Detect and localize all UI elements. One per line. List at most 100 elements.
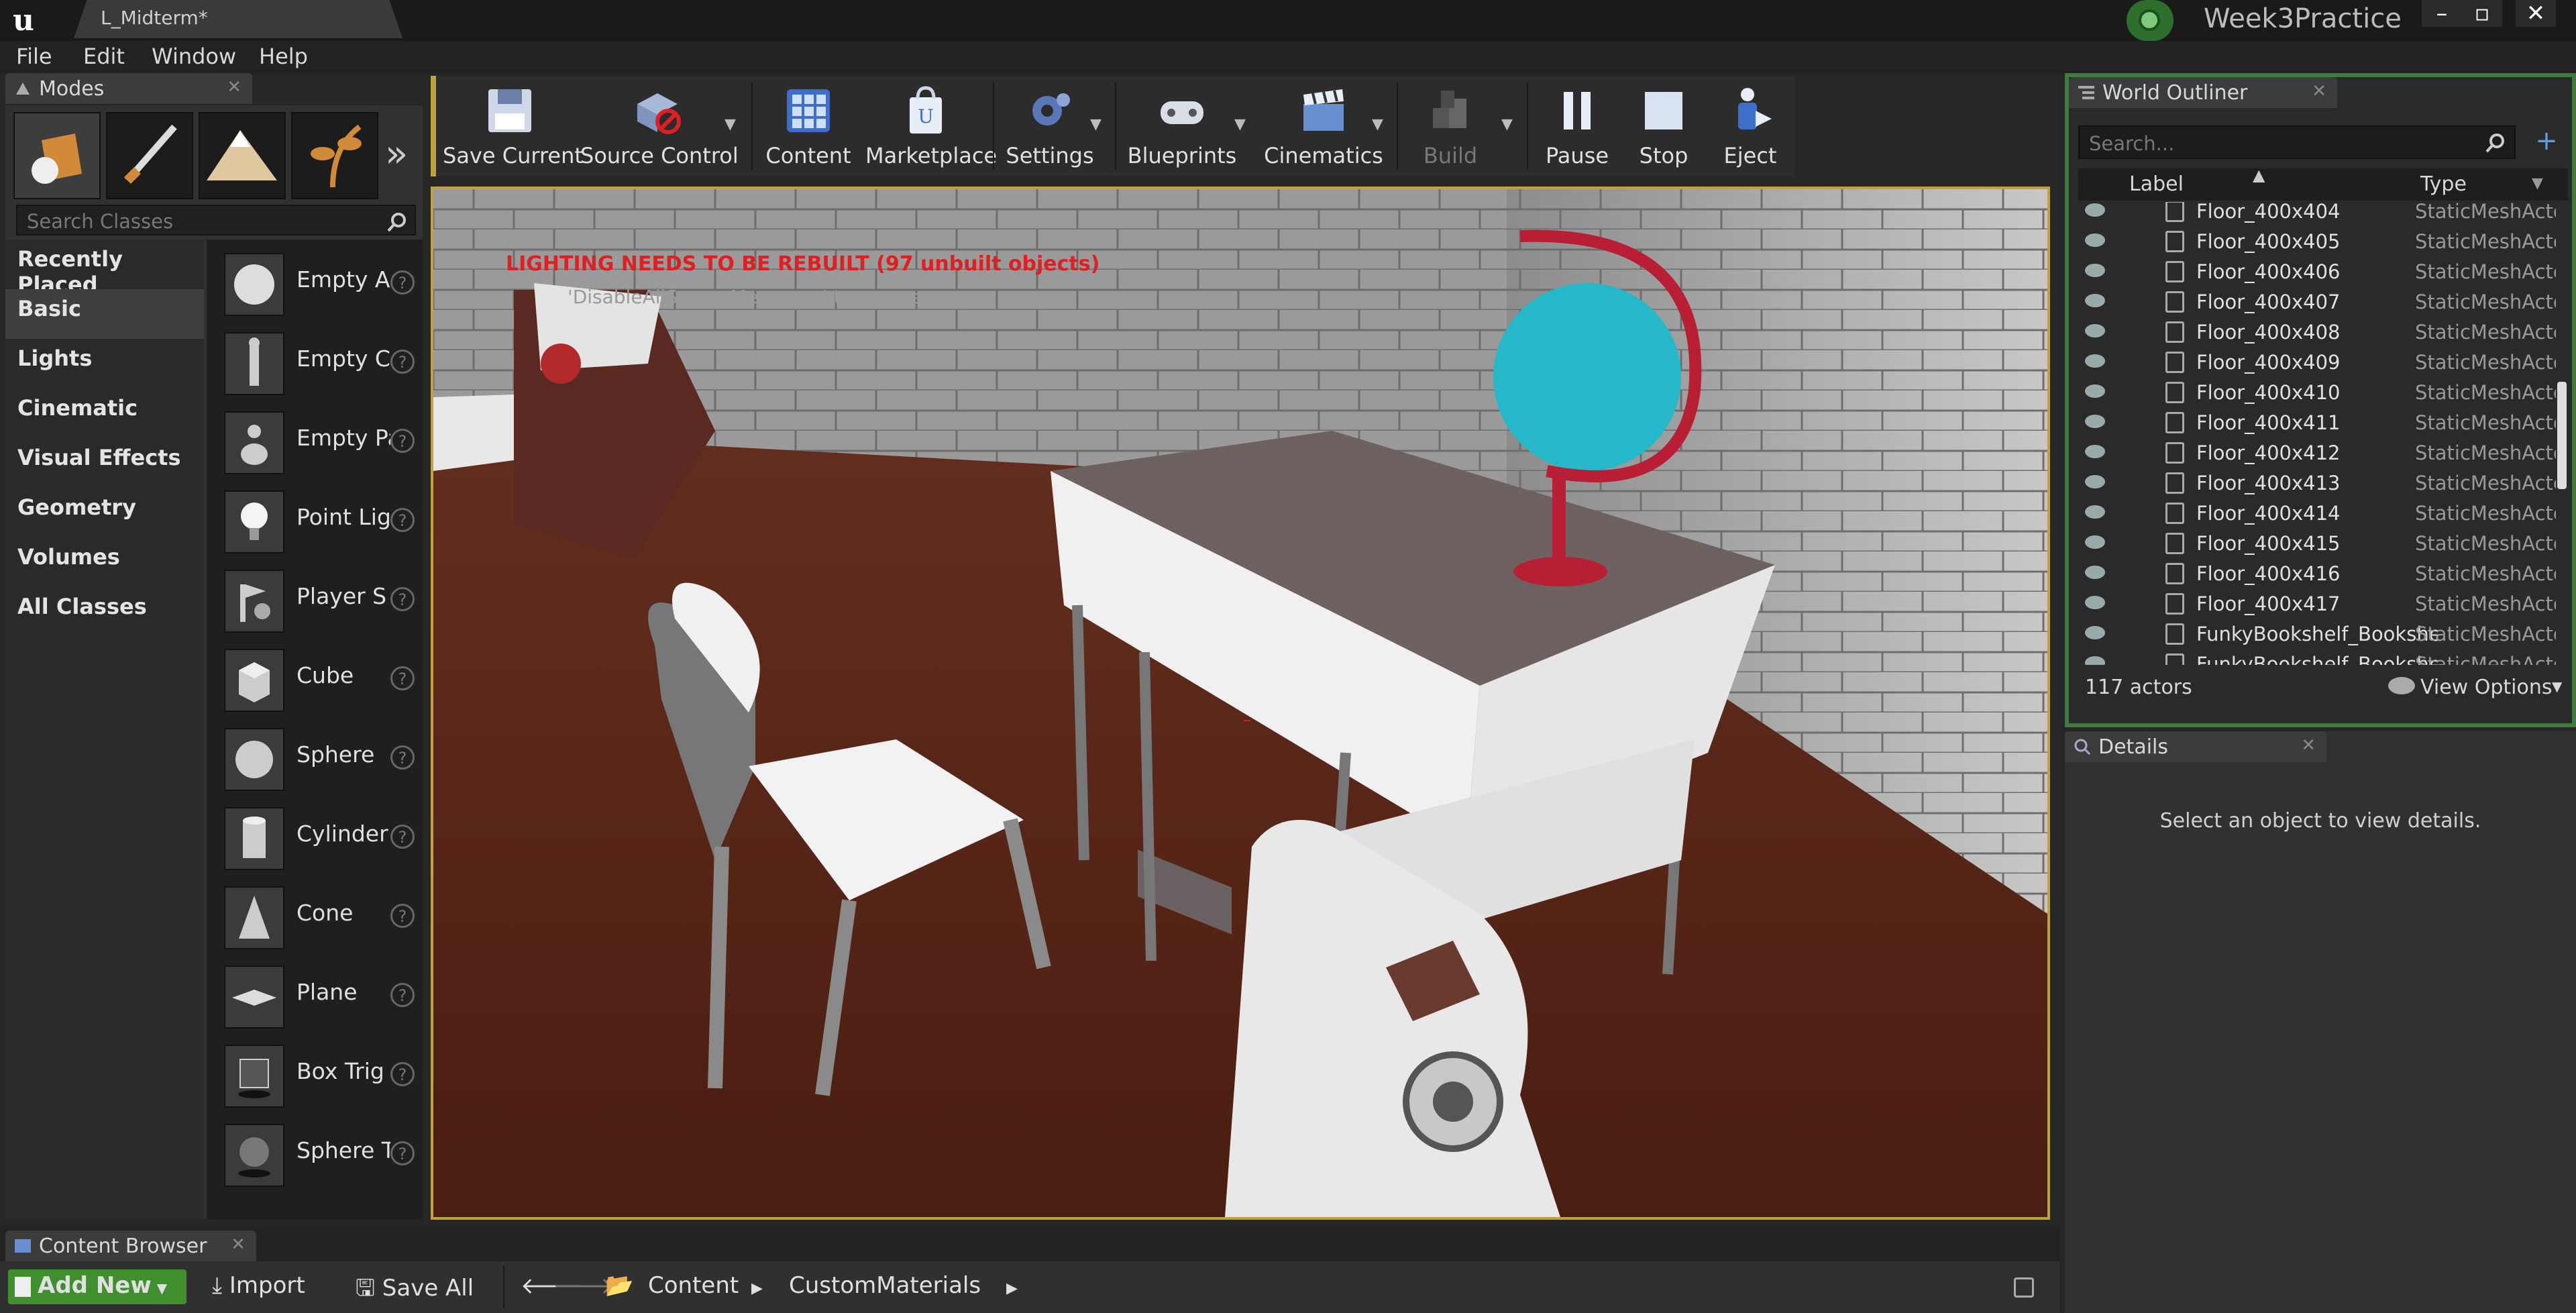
table-row[interactable]: Floor_400x411 StaticMeshActor bbox=[2078, 408, 2563, 438]
menu-window[interactable]: Window bbox=[152, 44, 236, 69]
help-icon[interactable]: ? bbox=[390, 1062, 415, 1086]
column-options-icon[interactable]: ▼ bbox=[2532, 175, 2543, 192]
category-all-classes[interactable]: All Classes bbox=[5, 587, 204, 637]
list-item[interactable]: Player S? bbox=[213, 563, 419, 638]
world-outliner-tab[interactable]: World Outliner ✕ bbox=[2069, 77, 2337, 108]
eye-icon[interactable] bbox=[2085, 354, 2105, 368]
table-row[interactable]: Floor_400x404 StaticMeshActor bbox=[2078, 202, 2563, 227]
category-recently-placed[interactable]: Recently Placed bbox=[5, 240, 204, 297]
content-browser-tab[interactable]: Content Browser ✕ bbox=[5, 1230, 256, 1261]
paint-mode-button[interactable] bbox=[106, 112, 193, 199]
table-row[interactable]: Floor_400x416 StaticMeshActor bbox=[2078, 559, 2563, 589]
category-volumes[interactable]: Volumes bbox=[5, 537, 204, 587]
blueprints-dropdown-icon[interactable]: ▼ bbox=[1234, 116, 1254, 136]
cinematics-button[interactable]: Cinematics bbox=[1260, 76, 1387, 176]
eye-icon[interactable] bbox=[2085, 596, 2105, 609]
menu-file[interactable]: File bbox=[16, 44, 52, 69]
eye-icon[interactable] bbox=[2085, 324, 2105, 337]
table-row[interactable]: FunkyBookshelf_BookshelfStaticMeshActor bbox=[2078, 619, 2563, 649]
breadcrumb-arrow-icon[interactable]: ▶ bbox=[1000, 1277, 1024, 1312]
menu-help[interactable]: Help bbox=[259, 44, 308, 69]
table-row[interactable]: Floor_400x408 StaticMeshActor bbox=[2078, 317, 2563, 348]
category-cinematic[interactable]: Cinematic bbox=[5, 388, 204, 438]
category-lights[interactable]: Lights bbox=[5, 339, 204, 388]
help-icon[interactable]: ? bbox=[390, 508, 415, 532]
list-item[interactable]: Box Trig? bbox=[213, 1038, 419, 1113]
category-basic[interactable]: Basic bbox=[5, 289, 204, 339]
view-options-button[interactable]: View Options bbox=[2420, 676, 2552, 699]
eye-icon[interactable] bbox=[2085, 656, 2105, 665]
list-item[interactable]: Plane? bbox=[213, 959, 419, 1034]
source-control-button[interactable]: Source Control bbox=[580, 76, 739, 176]
close-icon[interactable]: ✕ bbox=[2312, 81, 2326, 101]
eye-icon[interactable] bbox=[2085, 384, 2105, 398]
column-type-header[interactable]: Type bbox=[2420, 172, 2467, 196]
table-row[interactable]: Floor_400x412 StaticMeshActor bbox=[2078, 438, 2563, 468]
eye-icon[interactable] bbox=[2085, 566, 2105, 579]
minimize-button[interactable]: – bbox=[2422, 0, 2462, 27]
add-new-button[interactable]: Add New ▼ bbox=[8, 1269, 186, 1304]
help-icon[interactable]: ? bbox=[390, 983, 415, 1007]
eye-icon[interactable] bbox=[2085, 445, 2105, 458]
table-row[interactable]: Floor_400x413 StaticMeshActor bbox=[2078, 468, 2563, 498]
close-button[interactable]: ✕ bbox=[2516, 0, 2556, 27]
document-tab[interactable]: L_Midterm* bbox=[74, 0, 402, 38]
content-button[interactable]: Content bbox=[758, 76, 859, 176]
list-item[interactable]: Cone? bbox=[213, 880, 419, 955]
eye-icon[interactable] bbox=[2085, 233, 2105, 247]
search-classes-input[interactable]: Search Classes bbox=[16, 205, 416, 235]
help-icon[interactable]: ? bbox=[390, 745, 415, 770]
help-icon[interactable]: ? bbox=[390, 904, 415, 928]
help-icon[interactable]: ? bbox=[390, 666, 415, 690]
source-control-dropdown-icon[interactable]: ▼ bbox=[724, 116, 745, 136]
help-icon[interactable]: ? bbox=[390, 587, 415, 611]
outliner-search-input[interactable]: Search... bbox=[2078, 125, 2516, 159]
breadcrumb-custom-materials[interactable]: CustomMaterials bbox=[782, 1269, 987, 1304]
help-icon[interactable]: ? bbox=[390, 429, 415, 453]
build-dropdown-icon[interactable]: ▼ bbox=[1501, 116, 1521, 136]
close-icon[interactable]: ✕ bbox=[227, 77, 241, 97]
table-row[interactable]: Floor_400x414 StaticMeshActor bbox=[2078, 498, 2563, 529]
close-icon[interactable]: ✕ bbox=[2301, 735, 2316, 755]
landscape-mode-button[interactable] bbox=[199, 112, 286, 199]
unreal-logo-icon[interactable]: u bbox=[5, 4, 42, 38]
eye-icon[interactable] bbox=[2085, 505, 2105, 519]
lock-icon[interactable] bbox=[2014, 1277, 2034, 1298]
list-item[interactable]: Sphere? bbox=[213, 721, 419, 796]
pause-button[interactable]: Pause bbox=[1534, 76, 1621, 176]
level-viewport[interactable]: LIGHTING NEEDS TO BE REBUILT (97 unbuilt… bbox=[431, 187, 2050, 1220]
category-geometry[interactable]: Geometry bbox=[5, 488, 204, 537]
list-item[interactable]: Empty Pa? bbox=[213, 405, 419, 480]
eye-icon[interactable] bbox=[2085, 415, 2105, 428]
eye-icon[interactable] bbox=[2085, 475, 2105, 488]
table-row[interactable]: Floor_400x406 StaticMeshActor bbox=[2078, 257, 2563, 287]
column-label-header[interactable]: Label bbox=[2129, 172, 2184, 196]
help-icon[interactable]: ? bbox=[390, 825, 415, 849]
help-icon[interactable]: ? bbox=[390, 270, 415, 295]
save-current-button[interactable]: Save Current bbox=[443, 76, 583, 176]
eject-button[interactable]: Eject bbox=[1707, 76, 1794, 176]
table-row[interactable]: Floor_400x417 StaticMeshActor bbox=[2078, 589, 2563, 619]
table-row[interactable]: Floor_400x405 StaticMeshActor bbox=[2078, 227, 2563, 257]
list-item[interactable]: Point Lig? bbox=[213, 484, 419, 559]
eye-icon[interactable] bbox=[2085, 203, 2105, 217]
stop-button[interactable]: Stop bbox=[1623, 76, 1704, 176]
eye-icon[interactable] bbox=[2085, 626, 2105, 639]
details-tab[interactable]: Details ✕ bbox=[2065, 731, 2326, 762]
breadcrumb-arrow-icon[interactable]: ▶ bbox=[745, 1277, 769, 1312]
help-icon[interactable]: ? bbox=[390, 350, 415, 374]
outliner-scrollbar[interactable] bbox=[2557, 382, 2567, 489]
maximize-button[interactable]: ▫ bbox=[2462, 0, 2502, 27]
build-button[interactable]: Build bbox=[1403, 76, 1497, 176]
marketplace-button[interactable]: U Marketplace bbox=[865, 76, 997, 176]
list-item[interactable]: Empty Ch? bbox=[213, 325, 419, 401]
table-row[interactable]: Floor_400x415 StaticMeshActor bbox=[2078, 529, 2563, 559]
menu-edit[interactable]: Edit bbox=[83, 44, 125, 69]
import-button[interactable]: ⤓ Import bbox=[205, 1269, 312, 1304]
place-mode-button[interactable] bbox=[13, 112, 101, 199]
blueprints-button[interactable]: Blueprints bbox=[1122, 76, 1242, 176]
modes-tab[interactable]: Modes ✕ bbox=[5, 73, 252, 104]
table-row[interactable]: Floor_400x409 StaticMeshActor bbox=[2078, 348, 2563, 378]
eye-icon[interactable] bbox=[2085, 535, 2105, 549]
list-item[interactable]: Cube? bbox=[213, 642, 419, 717]
